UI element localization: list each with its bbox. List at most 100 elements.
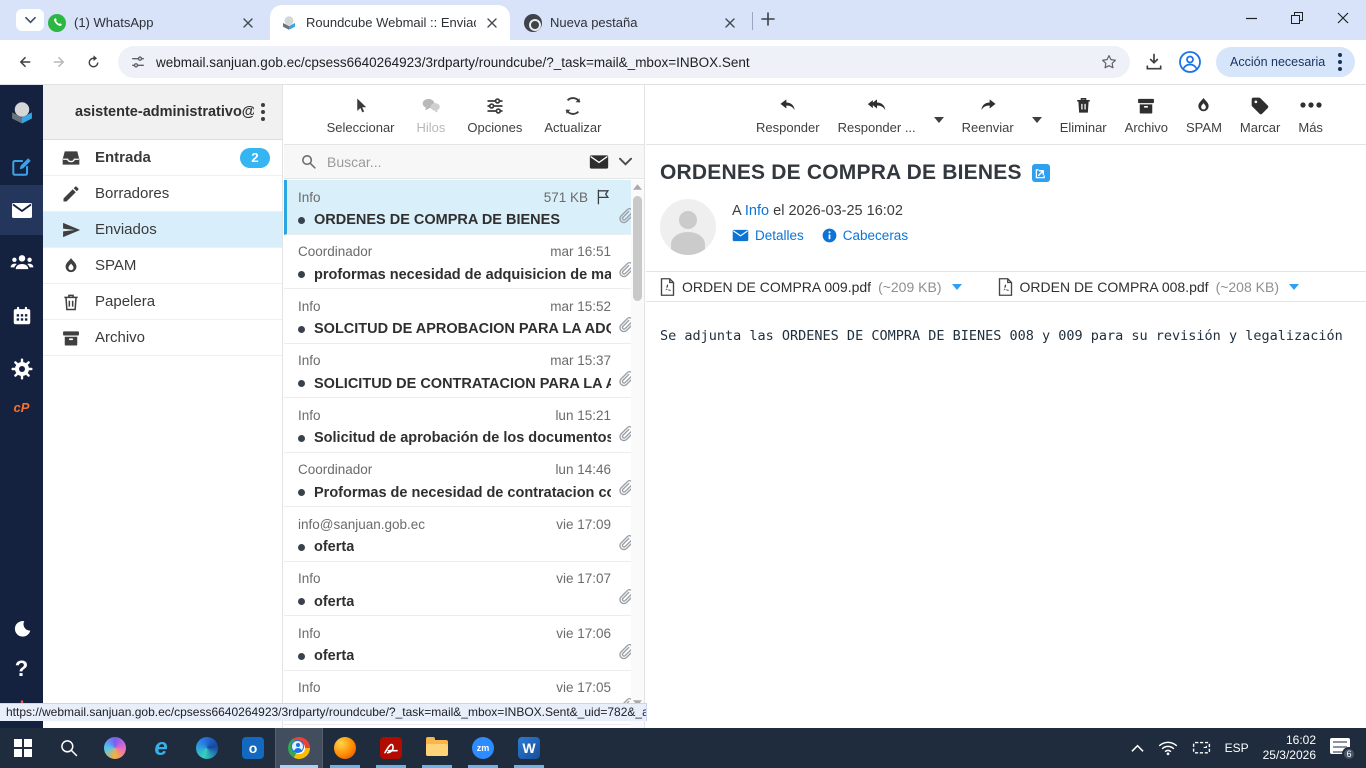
start-button[interactable]	[0, 728, 46, 768]
message-list-item[interactable]: Info lun 15:21 Solicitud de aprobación d…	[284, 398, 644, 453]
details-link[interactable]: Detalles	[732, 228, 804, 243]
reload-button[interactable]	[76, 45, 110, 79]
folder-label: SPAM	[95, 257, 137, 274]
message-list-pane: Seleccionar Hilos Opciones Actualizar Bu…	[284, 85, 645, 728]
tag-icon	[1251, 97, 1269, 115]
attachment-dropdown-caret[interactable]	[1289, 283, 1299, 290]
browser-menu-icon[interactable]	[1331, 53, 1349, 71]
rail-mail-button[interactable]	[0, 185, 43, 235]
message-list-item[interactable]: Coordinador lun 14:46 Proformas de neces…	[284, 453, 644, 507]
site-info-icon[interactable]	[130, 54, 146, 70]
external-link-icon[interactable]	[1031, 164, 1050, 182]
scroll-up-arrow[interactable]	[631, 180, 644, 194]
archive-button[interactable]: Archivo	[1125, 94, 1168, 135]
select-button[interactable]: Seleccionar	[327, 94, 395, 135]
tray-expand-chevron-icon[interactable]	[1130, 744, 1144, 753]
reply-all-icon	[867, 99, 885, 111]
folder-item-papelera[interactable]: Papelera	[43, 284, 282, 320]
message-list-item[interactable]: info@sanjuan.gob.ec vie 17:09 oferta	[284, 507, 644, 562]
folder-item-entrada[interactable]: Entrada 2	[43, 140, 282, 176]
message-subject: oferta	[314, 648, 355, 664]
message-list-item[interactable]: Coordinador mar 16:51 proformas necesida…	[284, 235, 644, 289]
unread-dot	[298, 434, 305, 442]
pencil-icon	[63, 185, 79, 201]
search-scope-envelope-icon[interactable]	[589, 154, 609, 170]
action-needed-button[interactable]: Acción necesaria	[1216, 47, 1356, 77]
forward-dropdown-caret[interactable]	[1031, 116, 1042, 123]
language-indicator[interactable]: ESP	[1225, 741, 1249, 755]
folder-item-spam[interactable]: SPAM	[43, 248, 282, 284]
reply-button[interactable]: Responder	[756, 94, 820, 135]
headers-link[interactable]: Cabeceras	[822, 228, 908, 243]
cpanel-logo[interactable]: cP	[0, 385, 43, 429]
bookmark-star-icon[interactable]	[1100, 53, 1118, 71]
forward-button-mail[interactable]: Reenviar	[962, 94, 1014, 135]
taskbar-firefox-button[interactable]	[322, 728, 368, 768]
attachment-chip[interactable]: ORDEN DE COMPRA 009.pdf (~209 KB)	[660, 277, 962, 296]
unread-dot	[298, 380, 305, 387]
search-input[interactable]	[327, 153, 579, 170]
paper-plane-icon	[63, 222, 81, 237]
scrollbar-thumb[interactable]	[633, 196, 642, 301]
search-expand-chevron-icon[interactable]	[619, 157, 632, 166]
tab-new[interactable]: Nueva pestaña	[514, 5, 748, 40]
reply-all-dropdown-caret[interactable]	[933, 116, 944, 123]
attachments-bar: ORDEN DE COMPRA 009.pdf (~209 KB) ORDEN …	[646, 271, 1366, 302]
new-tab-button[interactable]	[760, 11, 776, 27]
rail-contacts-button[interactable]	[0, 240, 43, 284]
taskbar-outlook-button[interactable]: o	[230, 728, 276, 768]
forward-button[interactable]	[42, 45, 76, 79]
window-close-button[interactable]	[1320, 0, 1366, 36]
taskbar-chrome-button[interactable]	[275, 727, 323, 768]
clock[interactable]: 16:02 25/3/2026	[1263, 733, 1316, 763]
refresh-button[interactable]: Actualizar	[544, 94, 601, 135]
profile-icon[interactable]	[1178, 50, 1202, 74]
omnibox[interactable]: webmail.sanjuan.gob.ec/cpsess6640264923/…	[118, 46, 1130, 78]
taskbar-word-button[interactable]: W	[506, 728, 552, 768]
window-minimize-button[interactable]	[1228, 0, 1274, 36]
message-list-item[interactable]: Info vie 17:07 oferta	[284, 562, 644, 616]
back-button[interactable]	[8, 45, 42, 79]
threads-button[interactable]: Hilos	[417, 94, 445, 135]
message-list-item[interactable]: Info vie 17:06 oferta	[284, 616, 644, 671]
search-icon	[61, 740, 78, 757]
recipient-link[interactable]: Info	[745, 203, 769, 219]
taskbar-edge-button[interactable]	[184, 728, 230, 768]
window-restore-button[interactable]	[1274, 0, 1320, 36]
wifi-icon[interactable]	[1158, 740, 1178, 756]
tab-roundcube[interactable]: Roundcube Webmail :: Enviados	[270, 5, 510, 40]
taskbar-explorer-button[interactable]	[414, 728, 460, 768]
rail-calendar-button[interactable]	[0, 294, 43, 338]
message-list-item[interactable]: Info mar 15:37 SOLICITUD DE CONTRATACION…	[284, 344, 644, 398]
tab-whatsapp[interactable]: (1) WhatsApp	[38, 5, 266, 40]
display-icon[interactable]	[1192, 741, 1211, 756]
taskbar-zoom-button[interactable]: zm	[460, 728, 506, 768]
folder-item-archivo[interactable]: Archivo	[43, 320, 282, 356]
list-scrollbar[interactable]	[631, 180, 644, 728]
attachment-chip[interactable]: ORDEN DE COMPRA 008.pdf (~208 KB)	[998, 277, 1299, 296]
mark-button[interactable]: Marcar	[1240, 94, 1280, 135]
rail-help-button[interactable]: ?	[0, 647, 43, 691]
downloads-icon[interactable]	[1144, 52, 1164, 72]
options-button[interactable]: Opciones	[467, 94, 522, 135]
spam-button[interactable]: SPAM	[1186, 94, 1222, 135]
more-button[interactable]: Más	[1298, 94, 1323, 135]
folder-item-enviados[interactable]: Enviados	[43, 212, 282, 248]
message-list-item[interactable]: Info mar 15:52 SOLCITUD DE APROBACION PA…	[284, 289, 644, 344]
taskbar-search-button[interactable]	[46, 728, 92, 768]
folder-item-borradores[interactable]: Borradores	[43, 176, 282, 212]
delete-button[interactable]: Eliminar	[1060, 94, 1107, 135]
taskbar-ie-button[interactable]: e	[138, 728, 184, 768]
message-list-item[interactable]: Info 571 KB ORDENES DE COMPRA DE BIENES	[284, 180, 644, 235]
notification-center-button[interactable]: 6	[1330, 737, 1356, 761]
taskbar-acrobat-button[interactable]	[368, 728, 414, 768]
tab-close-icon[interactable]	[722, 15, 738, 31]
tab-close-icon[interactable]	[484, 15, 500, 31]
rail-darkmode-button[interactable]	[0, 607, 43, 651]
reply-all-button[interactable]: Responder ...	[838, 94, 916, 135]
attachment-dropdown-caret[interactable]	[951, 283, 962, 290]
account-menu-button[interactable]	[254, 103, 272, 121]
tab-close-icon[interactable]	[240, 15, 256, 31]
taskbar-copilot-button[interactable]	[92, 728, 138, 768]
rail-compose-button[interactable]	[0, 145, 43, 189]
